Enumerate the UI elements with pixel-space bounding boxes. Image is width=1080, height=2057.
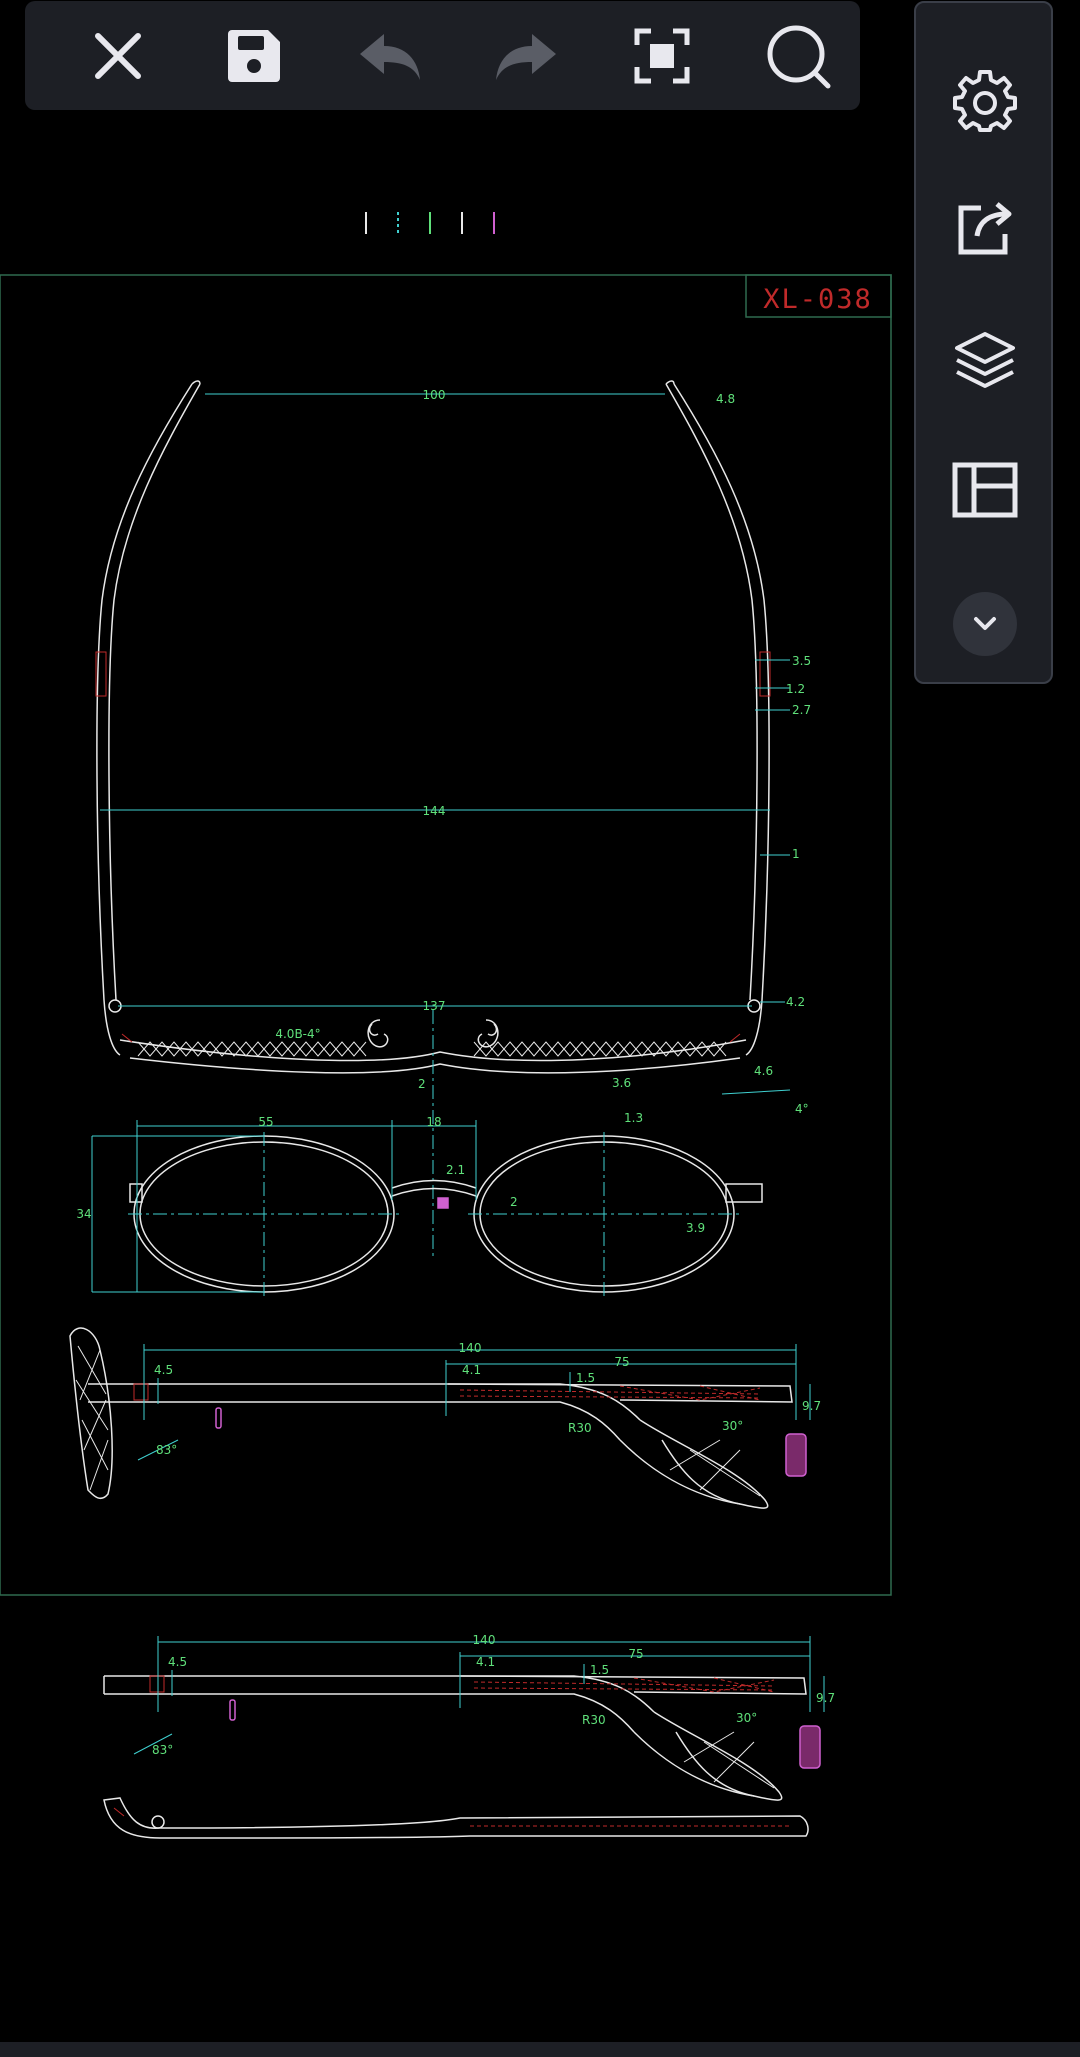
svg-text:55: 55 bbox=[258, 1115, 273, 1129]
undo-icon bbox=[360, 34, 420, 80]
svg-text:140: 140 bbox=[473, 1633, 496, 1647]
layout-panel-icon bbox=[952, 462, 1018, 518]
front-view-dimensions bbox=[91, 1120, 740, 1296]
redo-button[interactable] bbox=[485, 15, 567, 97]
fit-screen-icon bbox=[634, 28, 690, 84]
layers-icon bbox=[955, 332, 1015, 388]
svg-text:3.6: 3.6 bbox=[612, 1076, 631, 1090]
svg-text:R30: R30 bbox=[568, 1421, 592, 1435]
svg-text:1.2: 1.2 bbox=[786, 682, 805, 696]
svg-text:9.7: 9.7 bbox=[802, 1399, 821, 1413]
export-share-icon bbox=[958, 202, 1012, 255]
export-button[interactable] bbox=[944, 187, 1026, 269]
expand-panel-button[interactable] bbox=[944, 583, 1026, 665]
svg-text:34: 34 bbox=[76, 1207, 91, 1221]
save-button[interactable] bbox=[213, 15, 295, 97]
top-toolbar bbox=[25, 1, 860, 110]
side-view-1 bbox=[69, 1327, 793, 1509]
side-view-1-pin bbox=[215, 1407, 222, 1429]
settings-gear-icon bbox=[953, 70, 1017, 132]
svg-text:1: 1 bbox=[792, 847, 800, 861]
svg-text:18: 18 bbox=[426, 1115, 441, 1129]
top-view-dim-text: 100 4.8 3.5 1.2 2.7 144 1 137 4.2 4.0B-4… bbox=[275, 388, 811, 1116]
side-view-2-pin bbox=[229, 1699, 236, 1721]
chevron-button-bg bbox=[953, 592, 1017, 656]
svg-text:9.7: 9.7 bbox=[816, 1691, 835, 1705]
svg-text:4.1: 4.1 bbox=[476, 1655, 495, 1669]
svg-text:30°: 30° bbox=[736, 1711, 757, 1725]
redo-icon bbox=[496, 34, 556, 80]
side-view-2-tip bbox=[799, 1725, 821, 1769]
svg-text:4.5: 4.5 bbox=[168, 1655, 187, 1669]
undo-button[interactable] bbox=[349, 15, 431, 97]
top-view-hinge-marks bbox=[95, 651, 771, 1043]
svg-text:75: 75 bbox=[614, 1355, 629, 1369]
svg-text:4.8: 4.8 bbox=[716, 392, 735, 406]
save-icon bbox=[228, 30, 280, 82]
bottom-bar bbox=[0, 2042, 1080, 2057]
svg-text:4.6: 4.6 bbox=[754, 1064, 773, 1078]
top-view bbox=[96, 380, 770, 1074]
layers-button[interactable] bbox=[944, 319, 1026, 401]
close-icon bbox=[95, 33, 141, 79]
right-side-panel bbox=[914, 1, 1053, 684]
chevron-down-icon bbox=[974, 617, 996, 630]
svg-text:3.5: 3.5 bbox=[792, 654, 811, 668]
svg-text:144: 144 bbox=[423, 804, 446, 818]
side-view-1-tip bbox=[785, 1433, 807, 1477]
svg-text:4.2: 4.2 bbox=[786, 995, 805, 1009]
side-view-2-dimensions bbox=[133, 1636, 825, 1755]
svg-text:4.0B-4°: 4.0B-4° bbox=[275, 1027, 320, 1041]
svg-text:4°: 4° bbox=[795, 1102, 809, 1116]
front-view-dim-text: 55 18 1.3 34 2.1 2 3.9 bbox=[76, 1111, 705, 1235]
svg-text:4.1: 4.1 bbox=[462, 1363, 481, 1377]
top-view-dimensions bbox=[100, 393, 791, 1260]
svg-text:1.3: 1.3 bbox=[624, 1111, 643, 1125]
svg-text:75: 75 bbox=[628, 1647, 643, 1661]
side-view-1-decor bbox=[133, 1383, 761, 1401]
side-view-2 bbox=[103, 1675, 809, 1839]
svg-text:100: 100 bbox=[423, 388, 446, 402]
side-view-2-dim-text: 140 75 4.5 4.1 1.5 9.7 R30 30° 83° bbox=[152, 1633, 835, 1757]
search-icon bbox=[767, 25, 831, 89]
close-button[interactable] bbox=[77, 15, 159, 97]
fit-screen-button[interactable] bbox=[621, 15, 703, 97]
svg-text:2: 2 bbox=[418, 1077, 426, 1091]
svg-text:137: 137 bbox=[423, 999, 446, 1013]
svg-text:83°: 83° bbox=[156, 1443, 177, 1457]
layer-marks bbox=[365, 212, 495, 234]
search-button[interactable] bbox=[757, 15, 839, 97]
svg-text:R30: R30 bbox=[582, 1713, 606, 1727]
svg-text:3.9: 3.9 bbox=[686, 1221, 705, 1235]
title-block-text: XL-038 bbox=[763, 284, 873, 315]
svg-text:4.5: 4.5 bbox=[154, 1363, 173, 1377]
svg-text:30°: 30° bbox=[722, 1419, 743, 1433]
svg-text:2.7: 2.7 bbox=[792, 703, 811, 717]
svg-text:2: 2 bbox=[510, 1195, 518, 1209]
side-view-1-dim-text: 140 75 4.5 4.1 1.5 9.7 R30 30° 83° bbox=[154, 1341, 821, 1457]
svg-text:2.1: 2.1 bbox=[446, 1163, 465, 1177]
layout-button[interactable] bbox=[944, 449, 1026, 531]
svg-text:1.5: 1.5 bbox=[576, 1371, 595, 1385]
front-view bbox=[129, 1135, 763, 1293]
svg-text:83°: 83° bbox=[152, 1743, 173, 1757]
settings-button[interactable] bbox=[944, 59, 1026, 141]
svg-text:140: 140 bbox=[459, 1341, 482, 1355]
svg-text:1.5: 1.5 bbox=[590, 1663, 609, 1677]
